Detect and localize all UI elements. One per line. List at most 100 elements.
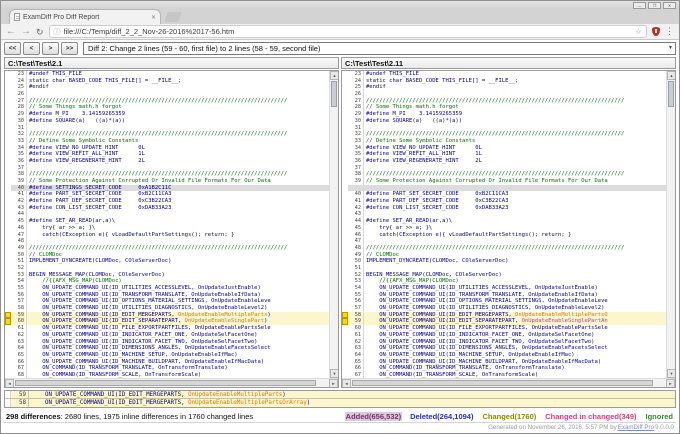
code-text: #undef THIS_FILE	[27, 71, 329, 78]
code-segment: ////////////////////////////////////////…	[366, 244, 625, 251]
code-text: #define VIEW_REFIT_ALL_HINT 1L	[364, 151, 666, 158]
line-number: 34	[11, 144, 27, 152]
line-number: 39	[11, 178, 27, 185]
code-line: 50// CLOMDoc	[5, 251, 329, 259]
scroll-up-icon[interactable]: ▲	[667, 71, 675, 80]
code-line: 53 BEGIN_MESSAGE_MAP(CLOMDoc, COleServerD…	[5, 271, 329, 279]
window-minimize-button[interactable]: —	[633, 2, 646, 10]
line-number: 30	[11, 117, 27, 125]
code-segment: static char BASED_CODE THIS_FILE[] = __F…	[29, 77, 182, 84]
refresh-icon[interactable]: ↻	[36, 27, 44, 37]
line-number: 53	[348, 278, 364, 285]
address-bar[interactable]: ⓘ file:///C:/Temp/diff_2_2_Nov-26-2016%2…	[48, 25, 647, 39]
code-segment: OnUpdateEnableMultipleParts	[188, 392, 283, 398]
left-hscroll-thumb[interactable]	[15, 380, 316, 386]
scroll-down-icon[interactable]: ▼	[667, 369, 675, 378]
bookmark-star-icon[interactable]: ☆	[635, 27, 642, 36]
left-vertical-scrollbar[interactable]: ▲ ▼	[329, 71, 338, 378]
line-number: 48	[11, 238, 27, 245]
code-text: try{ ar >> a; }\	[364, 225, 666, 232]
code-text: #define SQUARE(a) ((a)*(a))	[364, 118, 666, 125]
window-close-button[interactable]: ✕	[663, 2, 676, 10]
window-maximize-button[interactable]: ❐	[648, 2, 661, 10]
code-segment: ON_UPDATE_COMMAND_UI(ID_UTILITIES_DIAGNO…	[29, 305, 268, 312]
code-segment: #define M_PI 3.14159265359	[366, 111, 463, 118]
code-text: ON_UPDATE_COMMAND_UI(ID_TRANSFORM_TRANSL…	[364, 292, 666, 299]
new-tab-button[interactable]	[164, 12, 182, 23]
browser-menu-icon[interactable]: ⋮	[665, 26, 674, 37]
line-number: 56	[348, 298, 364, 306]
code-text: catch(CException e){ vLoadDefaultPartSet…	[27, 232, 329, 239]
code-text: ON_UPDATE_COMMAND_UI(ID_TRANSFORM_TRANSL…	[27, 292, 329, 299]
code-line: 37	[342, 164, 666, 172]
code-line: 41 #define PART_DEF_SECRET_CODE 0xC3B22CA…	[342, 198, 666, 205]
code-segment: ON_UPDATE_COMMAND_UI(ID_EDIT_MERGEPARTS,	[366, 311, 516, 318]
left-vscroll-thumb[interactable]	[331, 81, 337, 107]
right-code-rows: 23 #undef THIS_FILE 24 static char BASED_CO…	[342, 71, 666, 378]
scroll-left-icon[interactable]: ◄	[5, 379, 14, 387]
code-line: 39// Some Protection Against Corrupted O…	[5, 178, 329, 185]
page-info-icon[interactable]: ⓘ	[54, 27, 61, 37]
line-number: 34	[348, 144, 364, 152]
code-line: 65 ON_UPDATE_COMMAND_UI(ID_MACHINE_SETUP…	[5, 351, 329, 359]
code-segment: ON_UPDATE_COMMAND_UI(ID_TRANSFORM_TRANSL…	[366, 291, 598, 298]
code-line: 59 ON_UPDATE_COMMAND_UI(ID_EDIT_MERGEPAR…	[5, 311, 329, 319]
code-line: 57 ON_UPDATE_COMMAND_UI(ID_UTILITIES_DIA…	[342, 305, 666, 312]
line-number: 35	[11, 151, 27, 158]
next-diff-button[interactable]: >	[42, 42, 59, 55]
scroll-down-icon[interactable]: ▼	[330, 369, 338, 378]
extension-shield-icon[interactable]	[652, 27, 660, 37]
line-number: 42	[348, 204, 364, 212]
line-number: 35	[348, 151, 364, 158]
code-segment: // Define Some Symbolic Constants	[366, 137, 476, 144]
code-text: ////////////////////////////////////////…	[27, 131, 329, 138]
code-segment: #define VIEW_REGENERATE_HINT 2L	[366, 157, 482, 164]
line-number: 59	[11, 391, 29, 398]
forward-icon[interactable]: →	[21, 26, 31, 37]
code-segment: #define PART_SET_SECRET_CODE 0xB2C11CA3	[366, 191, 509, 198]
scroll-up-icon[interactable]: ▲	[330, 71, 338, 80]
right-hscroll-thumb[interactable]	[352, 380, 653, 386]
tab-close-icon[interactable]: ✕	[151, 14, 156, 21]
current-diff-detail-pane: 59 ON_UPDATE_COMMAND_UI(ID_EDIT_MERGEPAR…	[4, 390, 676, 408]
scroll-right-icon[interactable]: ►	[329, 379, 338, 387]
diff-selector-dropdown[interactable]: Diff 2: Change 2 lines (59 - 60, first f…	[83, 42, 676, 55]
line-number: 39	[348, 178, 364, 185]
browser-tab[interactable]: ExamDiff Pro Diff Report ✕	[9, 9, 161, 25]
code-text: ////////////////////////////////////////…	[27, 98, 329, 105]
line-number: 50	[11, 251, 27, 259]
left-horizontal-scrollbar[interactable]: ◄ ►	[5, 378, 338, 387]
code-text: #define CON_LIST_SECRET_CODE 0xDAB33A23	[27, 205, 329, 212]
code-segment: ON_COMMAND(ID_TRANSFORM_TRANSLATE, OnTra…	[366, 365, 565, 372]
last-diff-button[interactable]: >>	[61, 42, 78, 55]
right-horizontal-scrollbar[interactable]: ◄ ►	[342, 378, 675, 387]
code-text: ON_UPDATE_COMMAND_UI(ID_EDIT_MERGEPARTS,…	[29, 399, 675, 407]
line-number: 63	[348, 345, 364, 352]
code-segment: #define PART_DEF_SECRET_CODE 0xC3B22CA3	[29, 198, 172, 205]
right-vertical-scrollbar[interactable]: ▲ ▼	[666, 71, 675, 378]
line-number: 31	[348, 124, 364, 132]
scroll-right-icon[interactable]: ►	[666, 379, 675, 387]
code-text: ON_UPDATE_COMMAND_UI(ID_EDIT_MERGEPARTS,…	[29, 391, 675, 398]
dropdown-arrow-icon[interactable]: ▼	[668, 46, 673, 51]
url-text[interactable]: file:///C:/Temp/diff_2_2_Nov-26-2016%201…	[64, 27, 632, 36]
diff-report-page: << < > >> Diff 2: Change 2 lines (59 - 6…	[1, 40, 679, 433]
code-line: 43 #define CON_LIST_SECRET_CODE 0xDAB33A2…	[5, 204, 329, 212]
code-line: 32//////////////////////////////////////…	[5, 131, 329, 138]
code-text: // Define Some Symbolic Constants	[27, 138, 329, 145]
line-number: 41	[11, 191, 27, 199]
first-diff-button[interactable]: <<	[4, 42, 21, 55]
line-number: 65	[348, 358, 364, 366]
back-icon[interactable]: ←	[6, 26, 16, 37]
code-segment: ON_COMMAND(ID_TRANSFORM_TRANSLATE, OnTra…	[29, 365, 228, 372]
prev-diff-button[interactable]: <	[23, 42, 40, 55]
code-line: 37	[5, 164, 329, 172]
code-text: #define VIEW_REGENERATE_HINT 2L	[364, 158, 666, 165]
examdiff-pro-link[interactable]: ExamDiff Pro	[618, 424, 654, 431]
scroll-left-icon[interactable]: ◄	[342, 379, 351, 387]
right-vscroll-thumb[interactable]	[668, 81, 674, 107]
status-bar: 298 differences : 2680 lines, 1975 inlin…	[4, 410, 676, 422]
code-segment: ON_UPDATE_COMMAND_UI(ID_INDICATOR_FACET_…	[29, 331, 258, 338]
